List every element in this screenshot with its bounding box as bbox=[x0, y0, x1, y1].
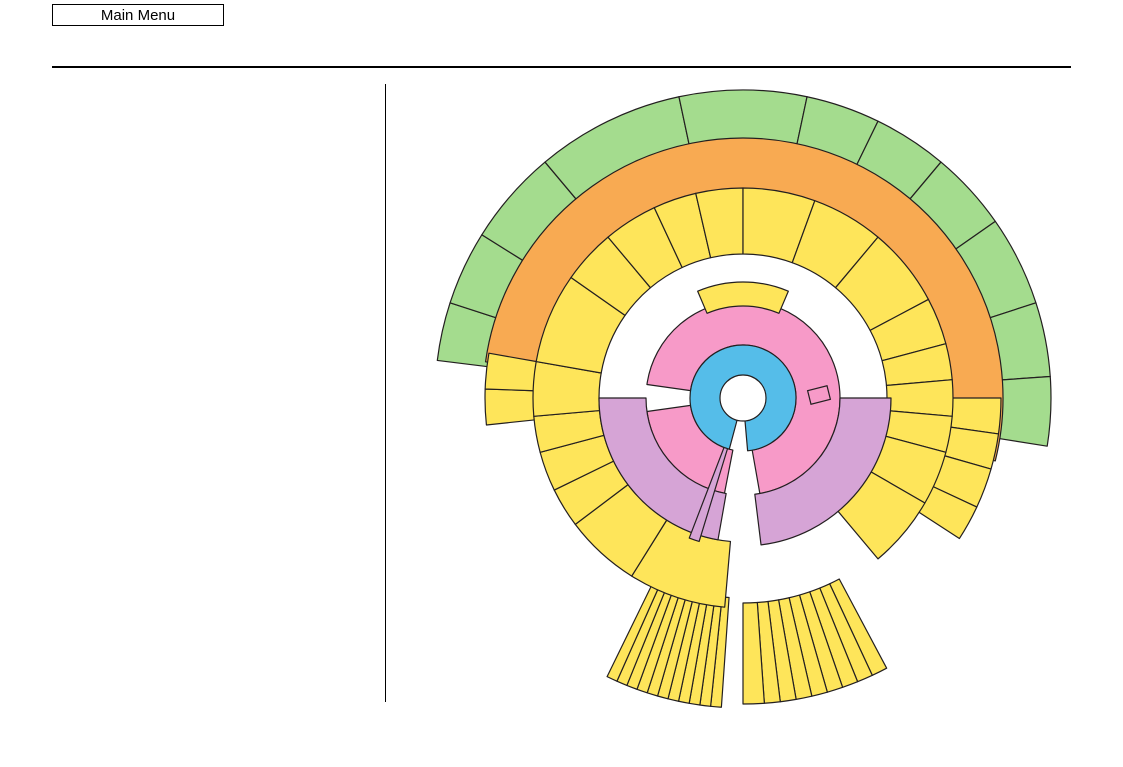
ring-yellow-outer-segment bbox=[484, 388, 540, 426]
sunburst-diagram bbox=[436, 89, 1052, 708]
ring-yellow-mid-segment bbox=[885, 379, 954, 417]
center-hole bbox=[719, 374, 767, 422]
